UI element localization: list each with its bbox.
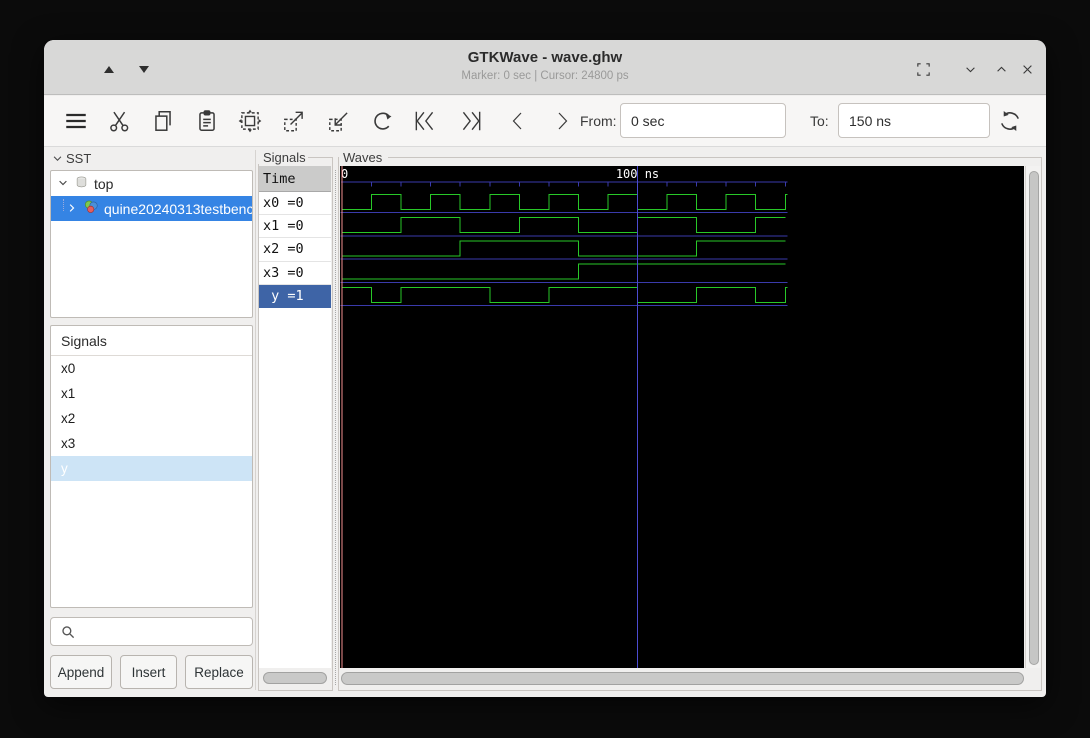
sst-label: SST [66,150,92,166]
sst-tree[interactable]: top quine20240313testbench [50,170,253,318]
copy-icon[interactable] [149,107,177,135]
waves-vscrollbar[interactable] [1025,166,1041,668]
to-label: To: [810,113,829,129]
wave-trace-x0 [342,194,788,210]
paste-icon[interactable] [193,107,221,135]
wave-trace-x3 [342,263,786,280]
waves-vscrollbar-thumb[interactable] [1029,171,1039,665]
close-icon[interactable] [1016,58,1038,80]
skip-to-start-icon[interactable] [410,107,440,135]
expander-icon[interactable] [66,201,78,217]
toolbar: From: To: [44,96,1046,147]
sst-section-header[interactable]: SST [52,150,91,166]
facility-item-x0[interactable]: x0 [51,356,252,381]
wave-trace-x1 [342,217,786,234]
replace-button[interactable]: Replace [185,655,253,689]
wave-canvas[interactable]: 0 100 ns [340,166,1024,668]
skip-to-end-icon[interactable] [456,107,486,135]
left-paned-separator[interactable] [255,150,256,690]
wave-name-list[interactable]: Time x0 =0 x1 =0 x2 =0 x3 =0 y =1 [259,166,331,668]
signal-search-box[interactable] [50,617,253,646]
wave-name-row-x2[interactable]: x2 =0 [259,238,331,262]
facility-item-x2[interactable]: x2 [51,406,252,431]
zoom-fit-icon[interactable] [236,107,264,135]
waves-frame-label: Waves [341,150,385,165]
insert-button[interactable]: Insert [120,655,177,689]
marker-cursor-status: Marker: 0 sec | Cursor: 24800 ps [461,70,629,82]
module-icon [83,199,99,218]
wave-trace-x2 [342,240,786,257]
waves-paned-handle[interactable] [335,170,336,685]
titlebar[interactable]: GTKWave - wave.ghw Marker: 0 sec | Curso… [44,40,1046,95]
cut-icon[interactable] [106,107,134,135]
zoom-out-icon[interactable] [325,107,353,135]
fit-window-icon[interactable] [912,58,934,80]
name-list-hscrollbar[interactable] [263,672,327,684]
undo-icon[interactable] [369,107,397,135]
facility-item-x1[interactable]: x1 [51,381,252,406]
wave-name-row-x3[interactable]: x3 =0 [259,262,331,285]
facility-item-x3[interactable]: x3 [51,431,252,456]
from-input[interactable] [620,103,786,138]
search-icon [62,626,75,639]
next-edge-icon[interactable] [550,107,574,135]
chevron-down-icon [53,155,62,161]
wave-name-row-x1[interactable]: x1 =0 [259,215,331,239]
menu-icon[interactable] [59,107,93,135]
tree-guide [63,198,64,211]
tree-node-label: top [94,175,114,192]
sst-node-quine20240313testbench[interactable]: quine20240313testbench [51,196,252,221]
tree-node-label: quine20240313testbench [104,200,252,217]
zoom-in-icon[interactable] [280,107,308,135]
wave-name-row-y[interactable]: y =1 [259,284,331,308]
previous-edge-icon[interactable] [506,107,530,135]
wave-names-frame-label: Signals [261,150,308,165]
minimize-icon[interactable] [959,58,981,80]
facility-panel: Signals x0 x1 x2 x3 y [50,325,253,608]
from-label: From: [580,113,617,129]
maximize-icon[interactable] [990,58,1012,80]
wave-name-row-x0[interactable]: x0 =0 [259,192,331,216]
time-header[interactable]: Time [259,166,331,192]
waves-hscrollbar-thumb[interactable] [341,672,1024,685]
database-icon [74,175,89,193]
to-input[interactable] [838,103,990,138]
gtkwave-window: GTKWave - wave.ghw Marker: 0 sec | Curso… [44,40,1046,697]
append-button[interactable]: Append [50,655,112,689]
facility-panel-title: Signals [51,326,252,356]
window-title: GTKWave - wave.ghw [467,49,623,66]
facility-item-y[interactable]: y [51,456,252,481]
sst-node-top[interactable]: top [51,171,252,196]
wave-trace-y [341,286,788,303]
expander-icon[interactable] [57,176,69,192]
reload-icon[interactable] [996,107,1024,135]
